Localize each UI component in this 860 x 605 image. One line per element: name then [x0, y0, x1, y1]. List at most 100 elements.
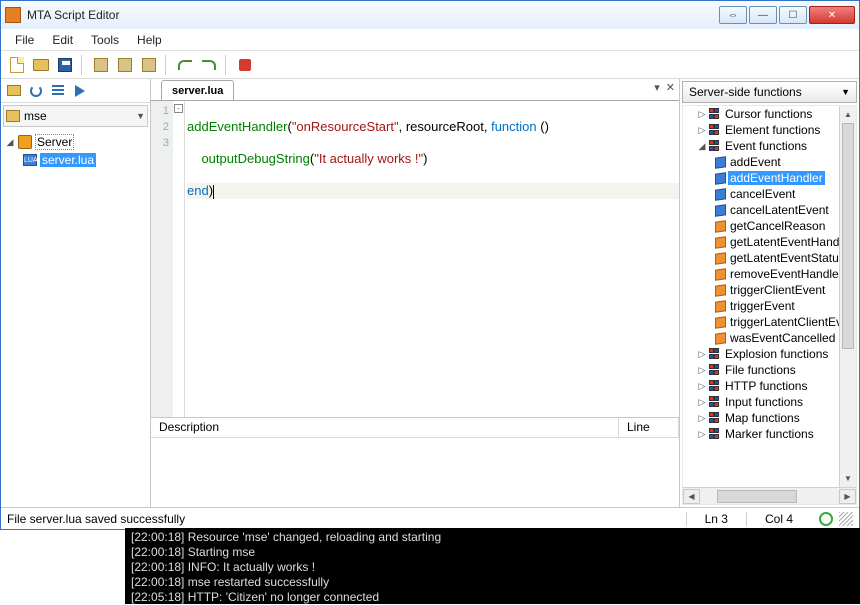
func-addEventHandler[interactable]: addEventHandler [683, 170, 856, 186]
functions-filter-combo[interactable]: Server-side functions ▼ [682, 81, 857, 103]
expand-icon[interactable]: ▷ [697, 397, 707, 408]
func-cancelLatentEvent[interactable]: cancelLatentEvent [683, 202, 856, 218]
open-file-button[interactable] [31, 55, 51, 75]
console-line: [22:00:18] mse restarted successfully [131, 575, 329, 589]
tree-label: server.lua [40, 153, 96, 167]
chevron-down-icon: ▼ [841, 87, 850, 97]
project-selector[interactable]: mse ▼ [3, 105, 148, 127]
menu-tools[interactable]: Tools [83, 31, 127, 49]
tree-node-file[interactable]: LUA server.lua [3, 151, 148, 169]
collapse-icon[interactable]: ◢ [697, 141, 707, 152]
category-icon [709, 380, 721, 392]
func-getLatentEventHandles[interactable]: getLatentEventHand [683, 234, 856, 250]
category-element[interactable]: ▷Element functions [683, 122, 856, 138]
tree-node-server[interactable]: ◢ Server [3, 133, 148, 151]
scroll-thumb[interactable] [842, 123, 854, 349]
tab-server-lua[interactable]: server.lua [161, 80, 234, 100]
menu-edit[interactable]: Edit [44, 31, 81, 49]
scroll-down-button[interactable]: ▼ [840, 470, 856, 487]
category-input[interactable]: ▷Input functions [683, 394, 856, 410]
paste-button[interactable] [139, 55, 159, 75]
minimize-button[interactable]: — [749, 6, 777, 24]
combo-label: Server-side functions [689, 85, 802, 99]
expand-icon[interactable]: ▷ [697, 429, 707, 440]
tab-menu-button[interactable]: ▾ [654, 81, 660, 94]
status-column: Col 4 [746, 512, 811, 526]
func-removeEventHandler[interactable]: removeEventHandler [683, 266, 856, 282]
category-cursor[interactable]: ▷Cursor functions [683, 106, 856, 122]
list-icon [52, 85, 64, 97]
column-header-line[interactable]: Line [619, 418, 679, 437]
func-cancelEvent[interactable]: cancelEvent [683, 186, 856, 202]
fold-toggle[interactable]: - [174, 104, 183, 113]
fold-column[interactable]: - [173, 101, 185, 417]
category-file[interactable]: ▷File functions [683, 362, 856, 378]
project-list-button[interactable] [49, 82, 67, 100]
redo-button[interactable] [199, 55, 219, 75]
tab-label: server.lua [172, 85, 223, 97]
close-button[interactable]: ✕ [809, 6, 855, 24]
horizontal-scrollbar[interactable]: ◀ ▶ [683, 487, 856, 504]
expand-icon[interactable]: ▷ [697, 125, 707, 136]
vertical-scrollbar[interactable]: ▲ ▼ [839, 106, 856, 487]
column-header-description[interactable]: Description [151, 418, 619, 437]
menu-file[interactable]: File [7, 31, 42, 49]
scroll-right-button[interactable]: ▶ [839, 489, 856, 504]
function-icon [715, 172, 726, 185]
console-line: [22:05:18] HTTP: 'Citizen' no longer con… [131, 590, 379, 604]
func-triggerClientEvent[interactable]: triggerClientEvent [683, 282, 856, 298]
functions-pane: Server-side functions ▼ ▷Cursor function… [679, 79, 859, 507]
folder-icon [6, 110, 20, 122]
category-map[interactable]: ▷Map functions [683, 410, 856, 426]
category-icon [709, 396, 721, 408]
stop-button[interactable] [235, 55, 255, 75]
func-getCancelReason[interactable]: getCancelReason [683, 218, 856, 234]
tab-close-button[interactable]: ✕ [666, 81, 675, 94]
func-getLatentEventStatus[interactable]: getLatentEventStatu [683, 250, 856, 266]
category-event[interactable]: ◢Event functions [683, 138, 856, 154]
copy-button[interactable] [115, 55, 135, 75]
resize-grip[interactable] [839, 512, 853, 526]
expand-icon[interactable]: ▷ [697, 381, 707, 392]
category-icon [709, 348, 721, 360]
project-toolbar [1, 79, 150, 103]
functions-tree[interactable]: ▷Cursor functions ▷Element functions ◢Ev… [682, 105, 857, 505]
project-reload-button[interactable] [27, 82, 45, 100]
code-area[interactable]: addEventHandler("onResourceStart", resou… [185, 101, 679, 417]
scroll-up-button[interactable]: ▲ [840, 106, 856, 123]
category-explosion[interactable]: ▷Explosion functions [683, 346, 856, 362]
expand-icon[interactable]: ▷ [697, 109, 707, 120]
titlebar[interactable]: MTA Script Editor ⇔ — ☐ ✕ [1, 1, 859, 29]
func-wasEventCancelled[interactable]: wasEventCancelled [683, 330, 856, 346]
file-tree[interactable]: ◢ Server LUA server.lua [1, 129, 150, 507]
scroll-thumb[interactable] [717, 490, 797, 503]
cut-button[interactable] [91, 55, 111, 75]
expand-icon[interactable]: ▷ [697, 349, 707, 360]
func-addEvent[interactable]: addEvent [683, 154, 856, 170]
save-icon [58, 58, 72, 72]
category-marker[interactable]: ▷Marker functions [683, 426, 856, 442]
category-http[interactable]: ▷HTTP functions [683, 378, 856, 394]
undo-button[interactable] [175, 55, 195, 75]
function-icon [715, 236, 726, 249]
menu-help[interactable]: Help [129, 31, 170, 49]
help-button[interactable]: ⇔ [719, 6, 747, 24]
scroll-left-button[interactable]: ◀ [683, 489, 700, 504]
maximize-button[interactable]: ☐ [779, 6, 807, 24]
menubar: File Edit Tools Help [1, 29, 859, 51]
expand-icon[interactable]: ▷ [697, 365, 707, 376]
category-icon [709, 428, 721, 440]
function-icon [715, 316, 726, 329]
collapse-icon[interactable]: ◢ [5, 137, 15, 148]
code-editor[interactable]: 123 - addEventHandler("onResourceStart",… [151, 101, 679, 417]
expand-icon[interactable]: ▷ [697, 413, 707, 424]
function-icon [715, 268, 726, 281]
save-file-button[interactable] [55, 55, 75, 75]
category-icon [709, 124, 721, 136]
project-run-button[interactable] [71, 82, 89, 100]
func-triggerLatentClientEvent[interactable]: triggerLatentClientEv [683, 314, 856, 330]
func-triggerEvent[interactable]: triggerEvent [683, 298, 856, 314]
function-icon [715, 220, 726, 233]
new-file-button[interactable] [7, 55, 27, 75]
project-open-button[interactable] [5, 82, 23, 100]
